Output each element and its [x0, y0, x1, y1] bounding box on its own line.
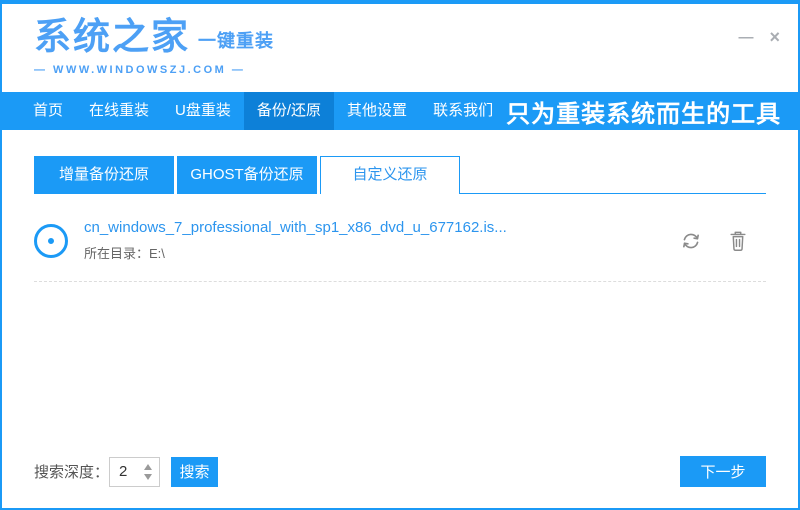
app-window: 系统之家 一键重装 — WWW.WINDOWSZJ.COM — — × 首页 在…: [0, 0, 800, 510]
nav-item-contact-us[interactable]: 联系我们: [420, 92, 506, 130]
minimize-icon[interactable]: —: [738, 30, 753, 45]
refresh-icon[interactable]: [680, 230, 702, 252]
app-logo: 系统之家: [34, 16, 190, 57]
tab-ghost-backup-restore[interactable]: GHOST备份还原: [177, 156, 317, 194]
tab-bar: 增量备份还原 GHOST备份还原 自定义还原: [34, 156, 766, 194]
file-actions: [680, 230, 766, 252]
brand-row: 系统之家 一键重装: [34, 18, 798, 55]
spinner-down-icon[interactable]: [144, 473, 153, 480]
disc-icon: [34, 223, 68, 258]
close-icon[interactable]: ×: [769, 28, 780, 46]
file-path: 所在目录：E:\: [84, 246, 165, 261]
tab-custom-restore[interactable]: 自定义还原: [320, 156, 460, 194]
nav-item-usb-reinstall[interactable]: U盘重装: [162, 92, 244, 130]
app-logo-subtitle: 一键重装: [198, 31, 274, 51]
content-area: 增量备份还原 GHOST备份还原 自定义还原 cn_windows_7_prof…: [2, 130, 798, 508]
next-button[interactable]: 下一步: [680, 456, 766, 487]
nav-item-online-reinstall[interactable]: 在线重装: [76, 92, 162, 130]
nav-item-backup-restore[interactable]: 备份/还原: [243, 92, 335, 130]
search-depth-value[interactable]: 2: [110, 463, 144, 480]
search-depth-label: 搜索深度：: [34, 464, 110, 481]
nav-item-other-settings[interactable]: 其他设置: [334, 92, 420, 130]
search-depth-spinner: [144, 463, 159, 480]
tab-underline: [460, 156, 766, 194]
tab-incremental-backup-restore[interactable]: 增量备份还原: [34, 156, 174, 194]
spinner-up-icon[interactable]: [144, 463, 153, 470]
trash-icon[interactable]: [728, 230, 748, 252]
search-button[interactable]: 搜索: [171, 456, 219, 487]
main-nav: 首页 在线重装 U盘重装 备份/还原 其他设置 联系我们 只为重装系统而生的工具: [2, 92, 798, 130]
search-depth-input[interactable]: 2: [109, 456, 161, 487]
file-list-item[interactable]: cn_windows_7_professional_with_sp1_x86_d…: [34, 194, 766, 282]
footer-bar: 搜索深度： 2 搜索 下一步: [34, 456, 766, 487]
nav-slogan: 只为重装系统而生的工具: [506, 100, 782, 128]
file-name[interactable]: cn_windows_7_professional_with_sp1_x86_d…: [84, 219, 507, 236]
empty-area: [2, 282, 798, 456]
file-info: cn_windows_7_professional_with_sp1_x86_d…: [84, 219, 507, 262]
website-url: — WWW.WINDOWSZJ.COM —: [34, 64, 246, 76]
nav-item-home[interactable]: 首页: [20, 92, 76, 130]
titlebar: 系统之家 一键重装 — WWW.WINDOWSZJ.COM — — ×: [2, 4, 798, 92]
disc-icon-center: [48, 237, 54, 244]
brand: 系统之家 一键重装 — WWW.WINDOWSZJ.COM —: [34, 18, 798, 76]
window-controls: — ×: [738, 28, 780, 46]
